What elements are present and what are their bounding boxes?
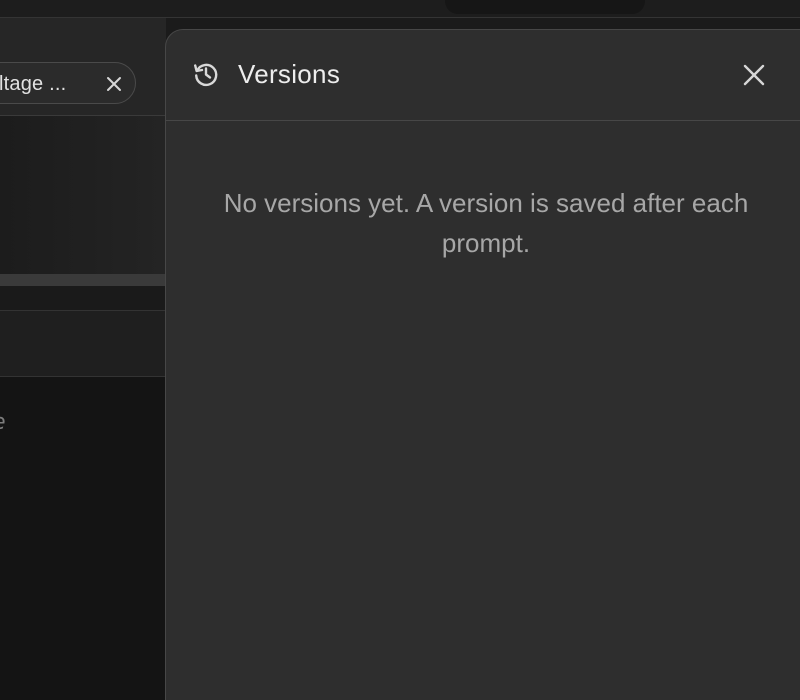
window-top-bar [0,0,800,18]
horizontal-scrollbar[interactable] [0,274,166,286]
versions-header: Versions [166,30,800,121]
versions-panel: Versions No versions yet. A version is s… [165,29,800,700]
panel-title: Versions [238,59,341,89]
tab-bar: ltage ... [0,18,166,116]
file-tab[interactable]: ltage ... [0,62,136,104]
empty-state-message: No versions yet. A version is saved afte… [223,188,749,258]
history-icon [194,63,218,87]
top-pill [445,0,645,14]
code-editor[interactable] [0,377,166,700]
divider-band [0,286,166,311]
app-window: ltage ... ple Versions No versions yet. … [0,0,800,700]
close-icon[interactable] [740,61,768,89]
file-tab-label: ltage ... [0,73,67,95]
preview-area [0,116,166,274]
editor-toolbar [0,311,166,377]
editor-placeholder: ple [0,410,6,435]
close-icon[interactable] [105,75,123,93]
